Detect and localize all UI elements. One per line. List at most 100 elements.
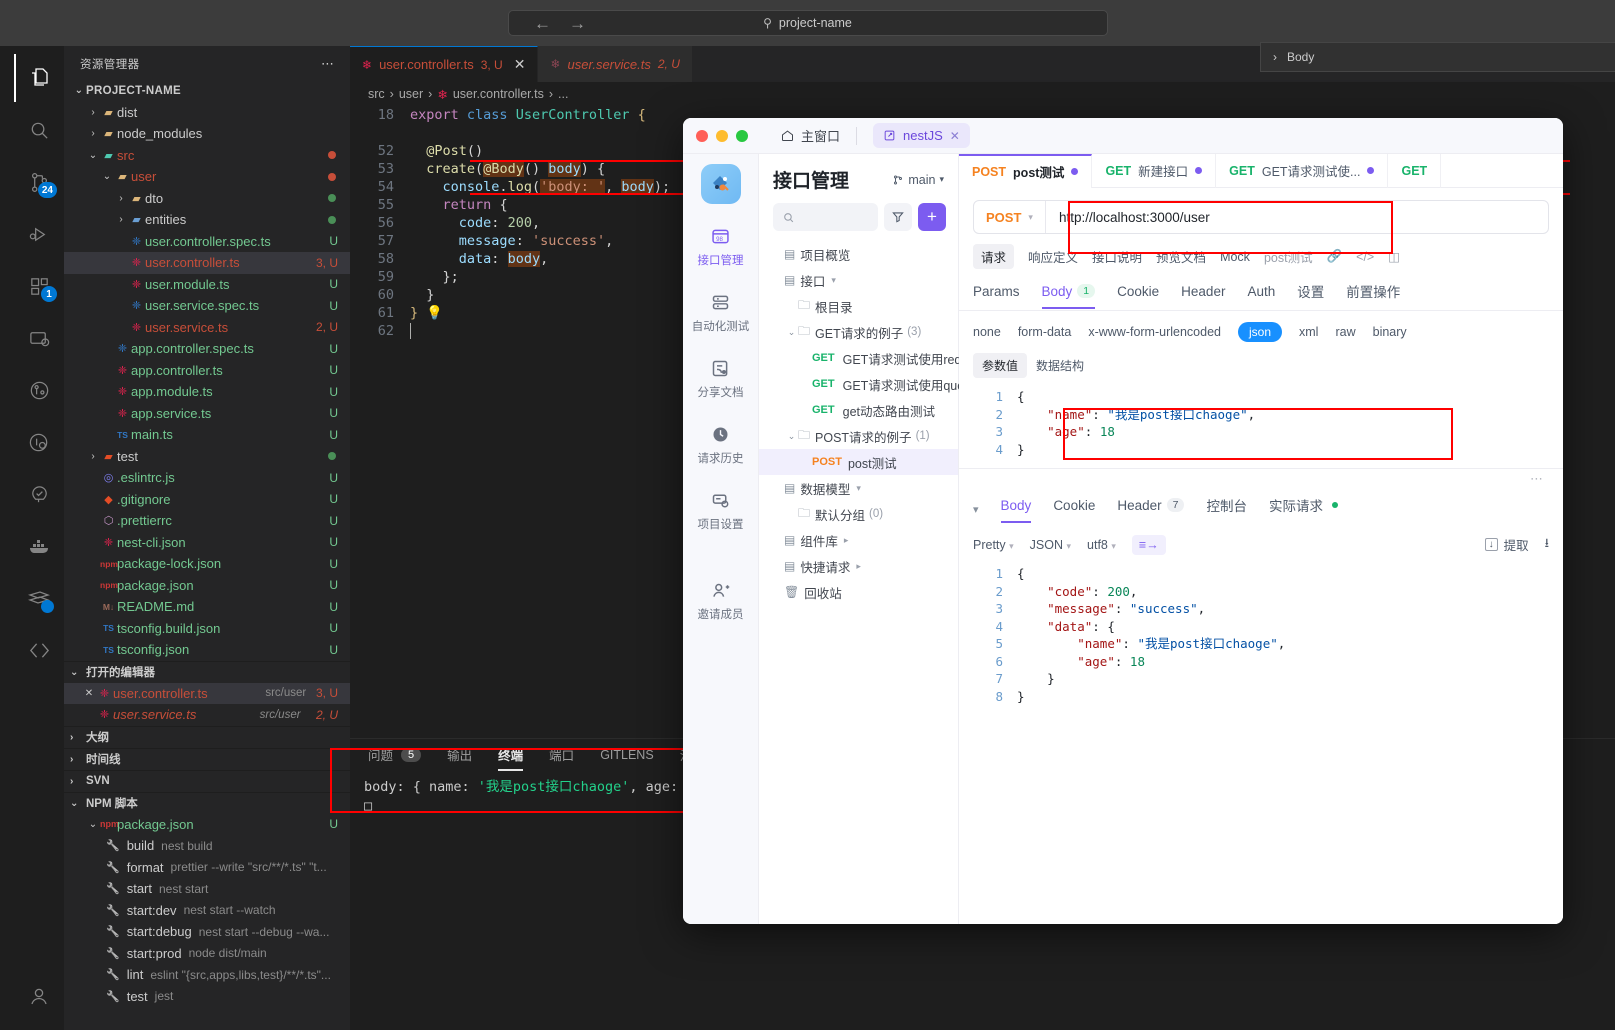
subtab-mock[interactable]: Mock (1220, 250, 1250, 264)
filter-button[interactable] (884, 203, 912, 231)
activitybar-extensions[interactable]: 1 (14, 262, 64, 310)
chevron-down-icon[interactable]: ▾ (973, 503, 979, 516)
api-tree-node-post-[interactable]: POST post测试 (759, 449, 958, 475)
activitybar-git-graph[interactable] (14, 366, 64, 414)
close-window-button[interactable] (696, 129, 708, 142)
link-icon[interactable]: 🔗 (1327, 249, 1343, 264)
param-tab-params[interactable]: Params (973, 284, 1020, 308)
arrow-left-icon[interactable]: ← (534, 15, 551, 32)
activitybar-testing[interactable] (14, 470, 64, 518)
explorer-item-user-module-ts[interactable]: ❈ user.module.ts U (64, 274, 350, 296)
npm-script-start-debug[interactable]: 🔧 start:debug nest start --debug --wa... (64, 921, 350, 943)
node-more-icon[interactable]: ▸ (856, 561, 861, 572)
add-button[interactable]: + (918, 203, 946, 231)
response-body-viewer[interactable]: 1{2 "code": 200, 3 "message": "success", 4… (973, 565, 1549, 705)
explorer-item-user[interactable]: ⌄ ▰ user (64, 166, 350, 188)
request-tab-overflow[interactable]: GET (1388, 153, 1442, 188)
rail-item-auto-test[interactable]: 自动化测试 (683, 292, 759, 334)
api-tree-node--[interactable]: 🗀 根目录 (759, 293, 958, 319)
npm-script-build[interactable]: 🔧 build nest build (64, 835, 350, 857)
ellipsis-icon[interactable]: ⋯ (959, 469, 1563, 487)
activitybar-svn[interactable] (14, 626, 64, 674)
ctype-none[interactable]: none (973, 325, 1001, 339)
extract-button[interactable]: ↓ 提取 (1484, 535, 1529, 554)
panel-tab-gitlens[interactable]: GITLENS (600, 739, 654, 771)
branch-selector[interactable]: main ▾ (892, 173, 944, 187)
panel-tab-problems[interactable]: 问题 5 (368, 739, 422, 771)
value-tab-schema[interactable]: 数据结构 (1027, 353, 1093, 378)
section-npm-scripts[interactable]: ⌄ NPM 脚本 (64, 791, 350, 814)
explorer-item-tsconfig-json[interactable]: TS tsconfig.json U (64, 639, 350, 661)
section-outline[interactable]: › 大纲 (64, 725, 350, 748)
breadcrumb-more[interactable]: ... (558, 87, 568, 101)
api-tree-node--[interactable]: ▤ 组件库 ▸ (759, 527, 958, 553)
param-tab-auth[interactable]: Auth (1247, 284, 1275, 308)
api-tree-node-post-[interactable]: ⌄ 🗀 POST请求的例子 (1) (759, 423, 958, 449)
request-tab-post-test[interactable]: POST post测试 (959, 153, 1093, 188)
api-tree-node-get-[interactable]: GET get动态路由测试 (759, 397, 958, 423)
open-editors-header[interactable]: ⌄ 打开的编辑器 (64, 660, 350, 683)
npm-script-start-prod[interactable]: 🔧 start:prod node dist/main (64, 943, 350, 965)
ellipsis-icon[interactable]: ⋯ (321, 56, 336, 72)
breadcrumb-file[interactable]: user.controller.ts (453, 87, 544, 101)
subtab-api-desc[interactable]: 接口说明 (1092, 247, 1142, 266)
explorer-item-app-controller-ts[interactable]: ❈ app.controller.ts U (64, 360, 350, 382)
download-icon[interactable]: ⭳ (1545, 534, 1549, 555)
format-pretty-selector[interactable]: Pretty ▾ (973, 538, 1014, 552)
command-center-search[interactable]: ⚲ project-name (507, 10, 1108, 36)
subtab-response-def[interactable]: 响应定义 (1028, 247, 1078, 266)
param-tab-pre-operation[interactable]: 前置操作 (1346, 281, 1400, 310)
activitybar-search[interactable] (14, 106, 64, 154)
editor-find-widget[interactable]: › Body Aa ab .* 第 9 项，共 9 项 (1260, 42, 1615, 72)
api-tree-node-get-reque-[interactable]: GET GET请求测试使用reque... (759, 345, 986, 371)
url-bar[interactable]: POST ▾ http://localhost:3000/user (973, 200, 1549, 234)
breadcrumb-user[interactable]: user (399, 87, 423, 101)
breadcrumb-src[interactable]: src (368, 87, 385, 101)
maximize-window-button[interactable] (736, 129, 748, 142)
rail-item-history[interactable]: 请求历史 (683, 424, 759, 466)
rail-item-share-doc[interactable]: 分享文档 (683, 358, 759, 400)
project-tab-nestjs[interactable]: nestJS ✕ (873, 123, 970, 148)
main-window-tab[interactable]: 主窗口 (780, 126, 840, 145)
param-tab-settings[interactable]: 设置 (1297, 281, 1324, 310)
section-svn[interactable]: › SVN (64, 769, 350, 792)
explorer-item-test[interactable]: › ▰ test (64, 446, 350, 468)
explorer-item--prettierrc[interactable]: ⬡ .prettierrc U (64, 510, 350, 532)
ctype-urlencoded[interactable]: x-www-form-urlencoded (1088, 325, 1221, 339)
explorer-item-package-json[interactable]: npm package.json U (64, 575, 350, 597)
rail-item-project-settings[interactable]: 项目设置 (683, 490, 759, 532)
word-wrap-icon[interactable]: ≡→ (1131, 534, 1166, 555)
response-tab-header[interactable]: Header 7 (1117, 498, 1185, 522)
api-tree-node--[interactable]: 🗑 回收站 (759, 579, 958, 605)
explorer-item-dto[interactable]: › ▰ dto (64, 188, 350, 210)
npm-script-test[interactable]: 🔧 test jest (64, 986, 350, 1008)
explorer-item-nest-cli-json[interactable]: ❈ nest-cli.json U (64, 532, 350, 554)
api-tree-node--[interactable]: 🗀 默认分组 (0) (759, 501, 958, 527)
find-input-value[interactable]: Body (1287, 50, 1314, 64)
param-tab-cookie[interactable]: Cookie (1117, 284, 1159, 308)
explorer-item-main-ts[interactable]: TS main.ts U (64, 424, 350, 446)
response-tab-console[interactable]: 控制台 (1206, 495, 1247, 524)
node-more-icon[interactable]: ▸ (844, 535, 849, 546)
lightbulb-icon[interactable]: 💡 (426, 305, 443, 321)
explorer-item-entities[interactable]: › ▰ entities (64, 209, 350, 231)
param-tab-body[interactable]: Body 1 (1041, 284, 1096, 309)
explorer-item-tsconfig-build-json[interactable]: TS tsconfig.build.json U (64, 618, 350, 640)
subtab-case-name[interactable]: post测试 (1264, 247, 1313, 266)
response-tab-actual-request[interactable]: 实际请求 (1269, 495, 1338, 524)
minimize-window-button[interactable] (716, 129, 728, 142)
account-avatar[interactable] (14, 972, 64, 1020)
close-icon[interactable]: ✕ (82, 688, 96, 699)
npm-script-format[interactable]: 🔧 format prettier --write "src/**/*.ts" "t… (64, 857, 350, 879)
activitybar-docker[interactable] (14, 522, 64, 570)
api-tree-node--[interactable]: ▤ 快捷请求 ▸ (759, 553, 958, 579)
activitybar-timeline[interactable] (14, 574, 64, 622)
node-more-icon[interactable]: ▾ (831, 275, 836, 286)
explorer-item-node-modules[interactable]: › ▰ node_modules (64, 123, 350, 145)
subtab-preview-doc[interactable]: 预览文档 (1156, 247, 1206, 266)
subtab-request[interactable]: 请求 (973, 244, 1015, 269)
npm-script-start[interactable]: 🔧 start nest start (64, 878, 350, 900)
explorer-item--gitignore[interactable]: ◆ .gitignore U (64, 489, 350, 511)
method-selector[interactable]: POST ▾ (974, 201, 1046, 233)
explorer-item-dist[interactable]: › ▰ dist (64, 102, 350, 124)
